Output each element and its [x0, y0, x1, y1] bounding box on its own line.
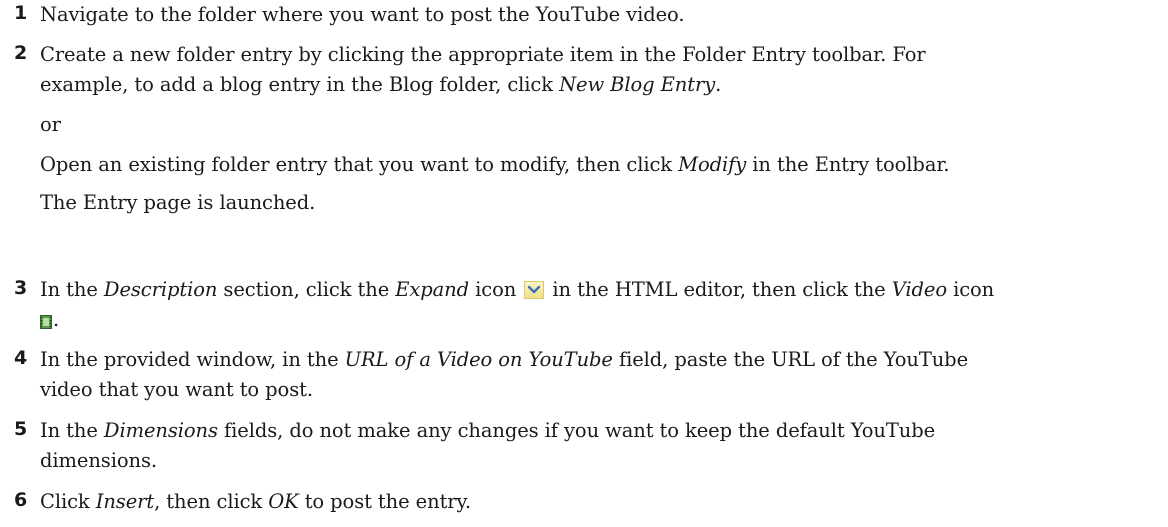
ui-term: Insert: [95, 490, 155, 513]
alternative-text: Open an existing folder entry that you w…: [40, 153, 950, 176]
step-text: In the provided window, in the URL of a …: [40, 348, 969, 371]
or-text: or: [40, 113, 61, 136]
step-text-cont: video that you want to post.: [40, 378, 313, 401]
step-text-cont: example, to add a blog entry in the Blog…: [40, 73, 722, 96]
step-text: Create a new folder entry by clicking th…: [40, 43, 926, 66]
ui-term: Video: [891, 278, 947, 301]
result-text: The Entry page is launched.: [40, 191, 316, 214]
ui-term: Expand: [395, 278, 470, 301]
step-number: 1: [14, 2, 28, 24]
step-number: 6: [14, 489, 28, 511]
ui-term: New Blog Entry: [559, 73, 716, 96]
step-text: Click Insert, then click OK to post the …: [40, 490, 471, 513]
step-text: In the Description section, click the Ex…: [40, 278, 995, 301]
step-4: 4 In the provided window, in the URL of …: [0, 345, 1168, 405]
step-number: 5: [14, 418, 28, 440]
step-2: 2 Create a new folder entry by clicking …: [0, 40, 1168, 218]
step-text: Navigate to the folder where you want to…: [40, 3, 685, 26]
video-icon: [40, 308, 52, 329]
step-1: 1 Navigate to the folder where you want …: [0, 0, 1168, 30]
ui-term: OK: [268, 490, 299, 513]
step-3: 3 In the Description section, click the …: [0, 275, 1168, 335]
ui-term: Description: [103, 278, 218, 301]
expand-icon: [524, 281, 545, 299]
step-5: 5 In the Dimensions fields, do not make …: [0, 416, 1168, 476]
step-number: 3: [14, 277, 28, 299]
step-6: 6 Click Insert, then click OK to post th…: [0, 487, 1168, 517]
step-text-cont: .: [40, 305, 1148, 335]
ui-term: Modify: [678, 153, 747, 176]
ui-term: Dimensions: [103, 419, 218, 442]
step-number: 2: [14, 42, 28, 64]
step-number: 4: [14, 347, 28, 369]
ui-term: URL of a Video on YouTube: [344, 348, 613, 371]
step-text-cont: dimensions.: [40, 449, 157, 472]
step-text: In the Dimensions fields, do not make an…: [40, 419, 936, 442]
